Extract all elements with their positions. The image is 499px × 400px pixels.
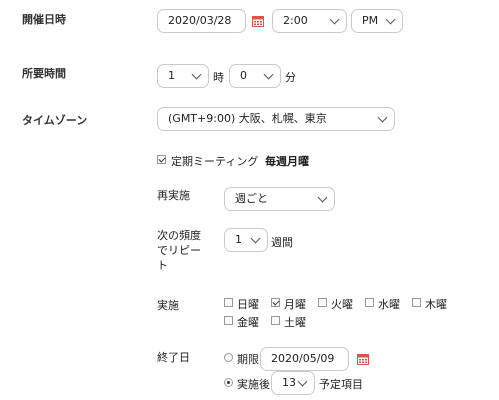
end-after-unit: 予定項目: [319, 378, 363, 391]
end-after-count-value: 13: [282, 376, 296, 389]
end-after-count-select[interactable]: 13: [271, 371, 315, 395]
day-checkbox-thursday[interactable]: [412, 298, 421, 307]
recurring-checkbox[interactable]: [157, 155, 166, 164]
end-after-label: 実施後: [237, 378, 270, 391]
day-checkbox-friday[interactable]: [224, 316, 233, 325]
interval-label-line2: でリピー: [157, 244, 201, 257]
chevron-down-icon: [377, 112, 388, 123]
chevron-down-icon: [329, 14, 340, 25]
duration-minutes-unit: 分: [285, 71, 296, 84]
interval-label-line1: 次の頻度: [157, 229, 201, 242]
interval-select[interactable]: 1: [224, 228, 268, 252]
duration-hours-unit: 時: [213, 71, 224, 84]
day-label-saturday: 土曜: [284, 316, 306, 329]
chevron-down-icon: [250, 233, 261, 244]
day-checkbox-wednesday[interactable]: [365, 298, 374, 307]
end-date-input[interactable]: 2020/05/09: [260, 347, 349, 371]
timezone-select[interactable]: (GMT+9:00) 大阪、札幌、東京: [157, 107, 395, 131]
interval-label: 次の頻度 でリピー ト: [157, 228, 201, 273]
repeat-label: 再実施: [157, 189, 190, 202]
time-select-value: 2:00: [283, 14, 308, 27]
day-label-monday: 月曜: [284, 298, 306, 311]
repeat-select[interactable]: 週ごと: [224, 187, 335, 211]
calendar-icon[interactable]: [357, 353, 369, 365]
repeat-select-value: 週ごと: [235, 192, 268, 205]
duration-hours-value: 1: [168, 69, 175, 82]
day-label-sunday: 日曜: [237, 298, 259, 311]
day-checkbox-monday[interactable]: [271, 298, 280, 307]
duration-hours-select[interactable]: 1: [157, 64, 209, 88]
time-select[interactable]: 2:00: [272, 9, 347, 33]
ampm-select[interactable]: PM: [351, 9, 403, 33]
day-label-tuesday: 火曜: [331, 298, 353, 311]
chevron-down-icon: [191, 69, 202, 80]
interval-select-value: 1: [235, 233, 242, 246]
day-checkbox-tuesday[interactable]: [318, 298, 327, 307]
interval-unit: 週間: [271, 236, 293, 249]
duration-minutes-value: 0: [240, 69, 247, 82]
chevron-down-icon: [385, 14, 396, 25]
chevron-down-icon: [297, 376, 308, 387]
day-label-wednesday: 水曜: [378, 298, 400, 311]
timezone-label: タイムゾーン: [22, 114, 88, 127]
timezone-select-value: (GMT+9:00) 大阪、札幌、東京: [168, 112, 327, 125]
recurring-summary: 毎週月曜: [265, 155, 309, 168]
duration-minutes-select[interactable]: 0: [229, 64, 281, 88]
day-checkbox-saturday[interactable]: [271, 316, 280, 325]
day-checkbox-sunday[interactable]: [224, 298, 233, 307]
chevron-down-icon: [317, 192, 328, 203]
recurring-label: 定期ミーティング: [171, 155, 259, 168]
end-by-date-radio[interactable]: [224, 353, 233, 362]
end-by-date-label: 期限: [237, 353, 259, 366]
ampm-select-value: PM: [362, 14, 379, 27]
chevron-down-icon: [263, 69, 274, 80]
day-label-thursday: 木曜: [425, 298, 447, 311]
end-after-radio[interactable]: [224, 378, 233, 387]
duration-label: 所要時間: [22, 67, 66, 80]
end-date-label: 終了日: [157, 351, 190, 364]
day-label-friday: 金曜: [237, 316, 259, 329]
calendar-icon[interactable]: [252, 15, 264, 27]
interval-label-line3: ト: [157, 259, 168, 272]
days-label: 実施: [157, 299, 179, 312]
date-time-label: 開催日時: [22, 13, 66, 26]
date-input[interactable]: 2020/03/28: [157, 9, 246, 33]
